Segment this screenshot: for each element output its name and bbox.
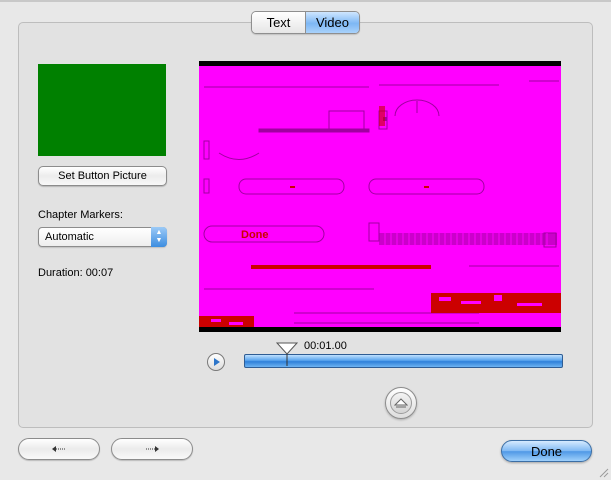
tab-video[interactable]: Video <box>306 12 359 33</box>
set-button-picture-button[interactable]: Set Button Picture <box>38 166 167 186</box>
timecode-label: 00:01.00 <box>304 340 347 352</box>
previous-button[interactable] <box>18 438 100 460</box>
popup-arrows-icon: ▲ ▼ <box>151 227 167 247</box>
button-picture-preview <box>38 64 166 156</box>
resize-grip-icon[interactable] <box>597 466 609 478</box>
chapter-markers-label: Chapter Markers: <box>38 209 123 221</box>
video-artifact-text: Done <box>241 229 269 241</box>
next-button[interactable] <box>111 438 193 460</box>
playhead-icon[interactable] <box>276 342 298 366</box>
eject-icon <box>390 392 412 414</box>
eject-button[interactable] <box>385 387 417 419</box>
chapter-markers-value: Automatic <box>45 231 94 243</box>
play-button[interactable] <box>207 353 225 371</box>
right-arrow-icon <box>146 446 159 452</box>
duration-label: Duration: 00:07 <box>38 267 114 279</box>
window-top-edge <box>0 0 611 2</box>
video-preview: Done <box>199 61 561 332</box>
chapter-markers-popup[interactable]: Automatic ▲ ▼ <box>38 227 167 247</box>
left-arrow-icon <box>52 446 65 452</box>
tab-control: Text Video <box>251 11 360 34</box>
done-button[interactable]: Done <box>501 440 592 462</box>
play-icon <box>214 358 220 366</box>
video-frame: Done <box>199 61 561 332</box>
tab-text[interactable]: Text <box>252 12 306 33</box>
